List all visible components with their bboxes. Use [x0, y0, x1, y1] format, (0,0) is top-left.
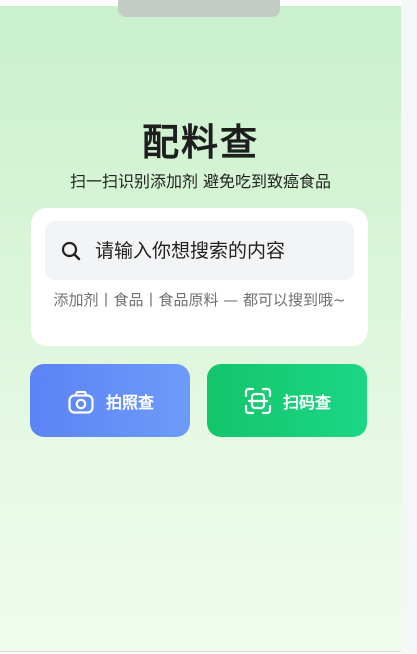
photo-search-button[interactable]: 拍照查	[30, 364, 190, 437]
search-hint: 添加剂丨食品丨食品原料 — 都可以搜到哦~	[53, 291, 346, 309]
app-screen: 配料查 扫一扫识别添加剂 避免吃到致癌食品 添加剂丨食品丨食品原料 — 都可以搜…	[0, 0, 401, 654]
photo-search-label: 拍照查	[105, 392, 154, 412]
search-card: 添加剂丨食品丨食品原料 — 都可以搜到哦~	[31, 208, 368, 346]
page-title: 配料查	[142, 121, 259, 164]
scan-search-label: 扫码查	[282, 392, 331, 412]
scan-search-button[interactable]: 扫码查	[207, 364, 367, 437]
scan-icon	[243, 386, 273, 416]
camera-icon	[66, 386, 96, 416]
drag-handle[interactable]	[118, 0, 280, 17]
search-input[interactable]	[95, 239, 345, 262]
page-subtitle: 扫一扫识别添加剂 避免吃到致癌食品	[69, 172, 332, 191]
search-icon	[61, 241, 81, 261]
side-strip	[401, 0, 417, 654]
search-box[interactable]	[45, 221, 354, 280]
